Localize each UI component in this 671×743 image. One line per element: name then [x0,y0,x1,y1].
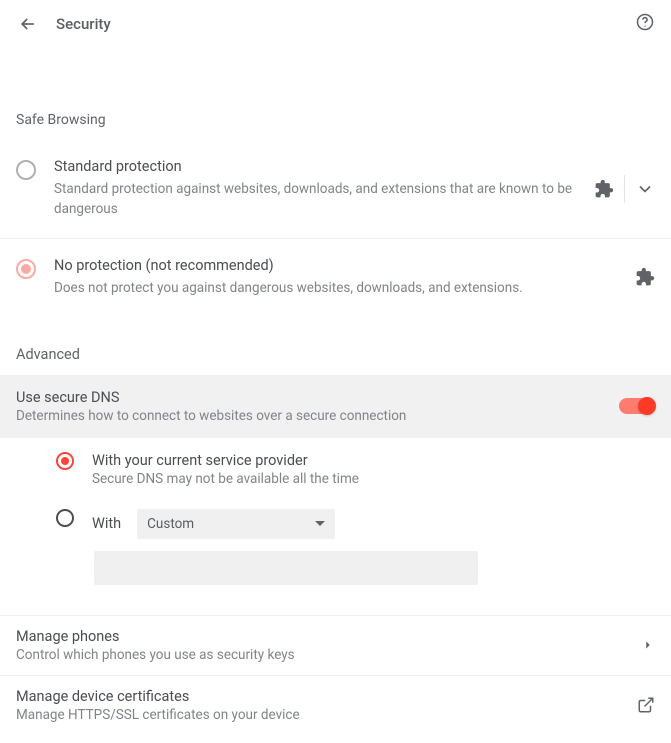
dns-option-current-provider[interactable]: With your current service provider Secur… [56,452,655,487]
secure-dns-desc: Determines how to connect to websites ov… [16,408,619,424]
dropdown-selected-text: Custom [147,516,315,532]
option-standard-protection[interactable]: Standard protection Standard protection … [0,140,671,239]
custom-dns-input-row [94,551,655,585]
radio-with-custom[interactable] [56,509,74,527]
section-header-safe-browsing: Safe Browsing [0,112,671,128]
expand-chevron-icon[interactable] [635,179,655,199]
secure-dns-title: Use secure DNS [16,389,619,406]
manage-certificates-row[interactable]: Manage device certificates Manage HTTPS/… [0,675,671,735]
page-title: Security [56,15,111,33]
back-arrow-icon[interactable] [16,12,40,36]
option-desc: Standard protection against websites, do… [54,179,586,220]
secure-dns-options: With your current service provider Secur… [0,438,671,615]
dns-option-title: With your current service provider [92,452,655,469]
dropdown-arrow-icon [315,521,325,526]
link-title: Manage phones [16,628,641,645]
secure-dns-toggle[interactable] [619,398,655,414]
option-desc: Does not protect you against dangerous w… [54,278,627,298]
radio-current-provider[interactable] [56,452,74,470]
dns-option-desc: Secure DNS may not be available all the … [92,471,655,487]
radio-standard-protection[interactable] [16,160,36,180]
extension-icon[interactable] [594,179,614,199]
link-desc: Manage HTTPS/SSL certificates on your de… [16,707,637,723]
secure-dns-card: Use secure DNS Determines how to connect… [0,375,671,438]
dns-option-with-custom[interactable]: With Custom [56,509,655,539]
with-label: With [92,515,121,532]
option-no-protection[interactable]: No protection (not recommended) Does not… [0,239,671,316]
chevron-right-icon [641,638,655,652]
help-icon[interactable] [635,12,655,32]
radio-no-protection[interactable] [16,259,36,279]
external-link-icon [637,696,655,714]
dns-provider-dropdown[interactable]: Custom [137,509,335,539]
divider [624,175,625,203]
option-title: Standard protection [54,158,586,175]
page-header: Security [0,0,671,48]
option-title: No protection (not recommended) [54,257,627,274]
link-title: Manage device certificates [16,688,637,705]
extension-icon[interactable] [635,267,655,287]
custom-dns-input[interactable] [94,551,478,585]
link-desc: Control which phones you use as security… [16,647,641,663]
manage-phones-row[interactable]: Manage phones Control which phones you u… [0,615,671,675]
section-header-advanced: Advanced [0,346,671,363]
